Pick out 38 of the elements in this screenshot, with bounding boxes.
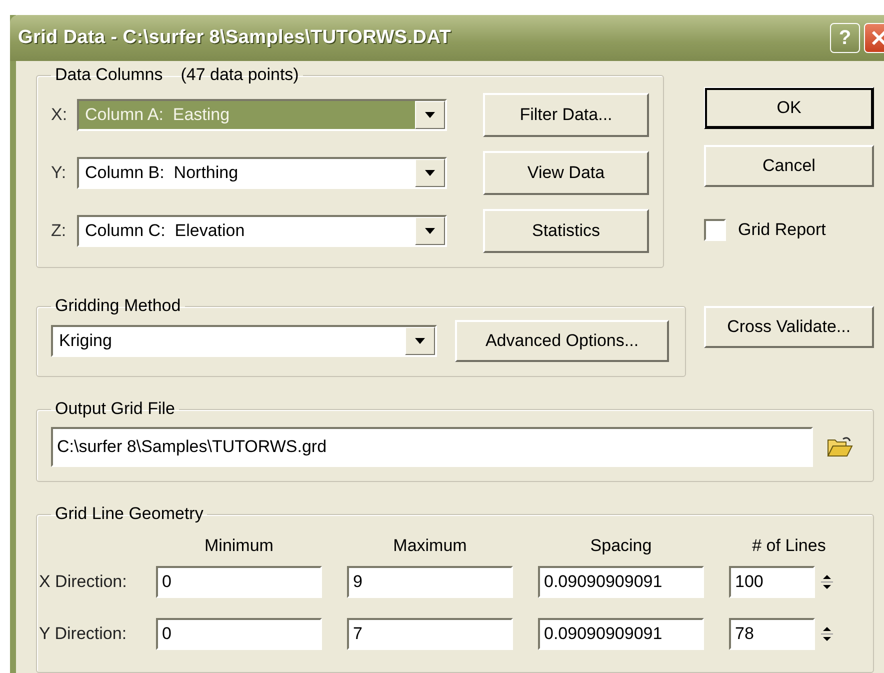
data-points-count: (47 data points) [180, 65, 299, 85]
axis-label: X: [51, 105, 68, 125]
cross-validate-button[interactable]: Cross Validate... [704, 306, 874, 348]
value-field[interactable]: 0 [156, 566, 322, 598]
dialog-button[interactable]: OK [704, 87, 874, 129]
column-header: Maximum [392, 536, 468, 556]
dialog-button[interactable]: Cancel [704, 145, 874, 187]
column-header: Minimum [204, 536, 274, 556]
column-dropdown[interactable]: Column C: Elevation [77, 215, 447, 247]
value-field[interactable]: 0 [156, 618, 322, 650]
value-field[interactable]: 0.09090909091 [538, 566, 704, 598]
grid-report-checkbox[interactable] [704, 219, 726, 241]
column-header: Spacing [589, 536, 653, 556]
advanced-options-button[interactable]: Advanced Options... [455, 320, 669, 362]
data-button[interactable]: Statistics [483, 209, 649, 253]
group-title: Gridding Method [55, 296, 181, 316]
open-folder-icon[interactable] [827, 436, 853, 458]
group-title: Output Grid File [55, 399, 175, 419]
group-title: Grid Line Geometry [55, 504, 204, 524]
data-button[interactable]: Filter Data... [483, 93, 649, 137]
row-label: Y Direction: [39, 624, 128, 644]
method-dropdown[interactable]: Kriging [51, 325, 437, 357]
data-button[interactable]: View Data [483, 151, 649, 195]
output-file-field[interactable]: C:\surfer 8\Samples\TUTORWS.grd [51, 427, 813, 467]
close-icon [870, 29, 884, 47]
value-field[interactable]: 9 [347, 566, 513, 598]
checkbox-label: Grid Report [738, 220, 826, 240]
column-dropdown[interactable]: Column B: Northing [77, 157, 447, 189]
value-field[interactable]: 0.09090909091 [538, 618, 704, 650]
lines-field[interactable]: 100 [729, 566, 815, 598]
axis-label: Y: [51, 163, 68, 183]
lines-field[interactable]: 78 [729, 618, 815, 650]
value-field[interactable]: 7 [347, 618, 513, 650]
row-label: X Direction: [39, 572, 128, 592]
group-title: Data Columns [55, 65, 163, 85]
axis-label: Z: [51, 221, 68, 241]
window-title: Grid Data - C:\surfer 8\Samples\TUTORWS.DAT [18, 27, 452, 49]
column-header: # of Lines [751, 536, 827, 556]
